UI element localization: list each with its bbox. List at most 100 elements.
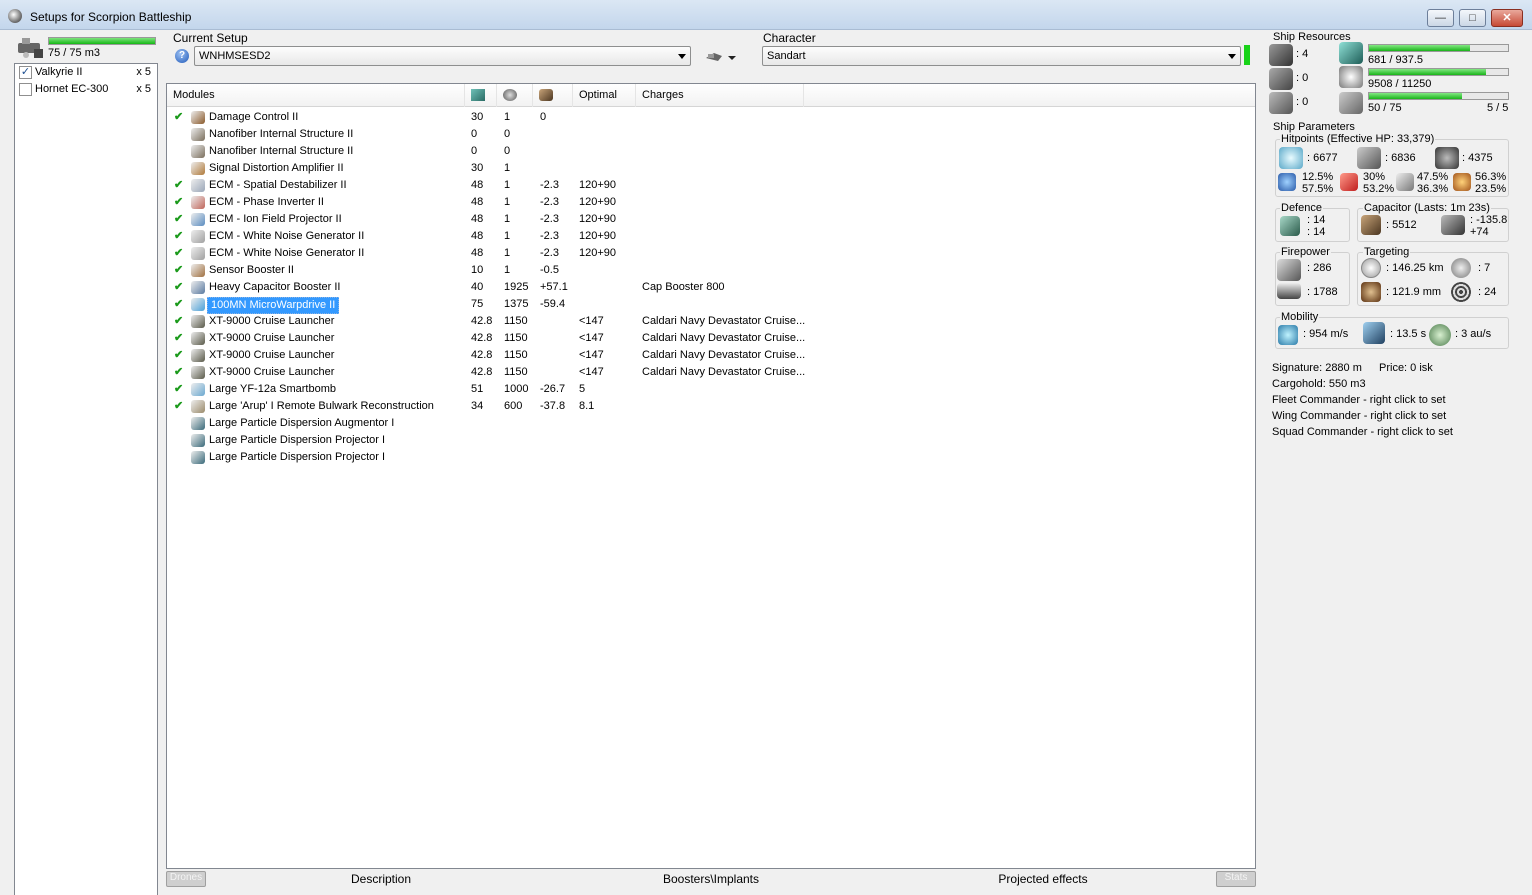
module-row[interactable]: ✔ Large 'Arup' I Remote Bulwark Reconstru… — [167, 398, 1255, 415]
module-row[interactable]: ✔ Large YF-12a Smartbomb 51 1000 -26.7 5 — [167, 381, 1255, 398]
module-row[interactable]: ✔ Sensor Booster II 10 1 -0.5 — [167, 262, 1255, 279]
module-row[interactable]: ✔ ECM - Spatial Destabilizer II 48 1 -2.3 120… — [167, 177, 1255, 194]
module-cpu: 75 — [471, 298, 484, 310]
drone-checkbox[interactable] — [19, 83, 32, 96]
tab-projected-effects[interactable]: Projected effects — [978, 871, 1108, 887]
squad-commander-slot[interactable]: Squad Commander - right click to set — [1272, 426, 1453, 438]
module-icon — [191, 383, 205, 396]
module-active-check-icon[interactable]: ✔ — [174, 177, 183, 194]
module-row[interactable]: ✔ Heavy Capacitor Booster II 40 1925 +57.1 Ca… — [167, 279, 1255, 296]
column-power[interactable] — [497, 84, 533, 107]
module-cpu: 34 — [471, 400, 484, 412]
module-active-check-icon[interactable]: ✔ — [174, 262, 183, 279]
module-active-check-icon[interactable]: ✔ — [174, 364, 183, 381]
column-optimal[interactable]: Optimal — [573, 84, 636, 107]
module-active-check-icon[interactable]: ✔ — [174, 398, 183, 415]
module-row[interactable]: Large Particle Dispersion Projector I — [167, 449, 1255, 466]
module-row[interactable]: ✔ Damage Control II 30 1 0 — [167, 109, 1255, 126]
module-name: Large YF-12a Smartbomb — [209, 383, 336, 395]
module-active-check-icon[interactable]: ✔ — [174, 381, 183, 398]
setup-select[interactable]: WNHMSESD2 — [194, 46, 691, 66]
fleet-commander-slot[interactable]: Fleet Commander - right click to set — [1272, 394, 1446, 406]
module-row[interactable]: Large Particle Dispersion Augmentor I — [167, 415, 1255, 432]
module-row[interactable]: Nanofiber Internal Structure II 0 0 — [167, 143, 1255, 160]
drone-checkbox[interactable]: ✓ — [19, 66, 32, 79]
module-active-check-icon[interactable]: ✔ — [174, 228, 183, 245]
tab-stats[interactable]: Stats — [1216, 871, 1256, 887]
module-active-check-icon[interactable]: ✔ — [174, 245, 183, 262]
drone-panel: 75 / 75 m3 ✓ Valkyrie II x 5 Hornet EC-3… — [10, 30, 160, 895]
column-cpu[interactable] — [465, 84, 497, 107]
help-icon[interactable]: ? — [175, 49, 189, 63]
module-active-check-icon[interactable]: ✔ — [174, 330, 183, 347]
column-modules[interactable]: Modules — [167, 84, 465, 107]
module-charges[interactable]: Caldari Navy Devastator Cruise... — [642, 330, 805, 347]
window-title: Setups for Scorpion Battleship — [30, 10, 192, 24]
module-name: XT-9000 Cruise Launcher — [209, 332, 335, 344]
module-active-check-icon[interactable]: ✔ — [174, 279, 183, 296]
column-charges[interactable]: Charges — [636, 84, 804, 107]
module-row[interactable]: ✔ XT-9000 Cruise Launcher 42.8 1150 <147 Cald… — [167, 364, 1255, 381]
module-row[interactable]: Large Particle Dispersion Projector I — [167, 432, 1255, 449]
character-select[interactable]: Sandart — [762, 46, 1241, 66]
module-cpu: 51 — [471, 383, 484, 395]
module-row[interactable]: ✔ ECM - White Noise Generator II 48 1 -2.3 12… — [167, 245, 1255, 262]
module-row[interactable]: ✔ 100MN MicroWarpdrive II 75 1375 -59.4 — [167, 296, 1255, 314]
thermal-resist-icon — [1340, 173, 1358, 191]
modules-header: Modules Optimal Charges — [167, 84, 1255, 107]
module-row[interactable]: ✔ ECM - White Noise Generator II 48 1 -2.3 12… — [167, 228, 1255, 245]
module-active-check-icon[interactable]: ✔ — [174, 211, 183, 228]
calibration-bar — [1368, 92, 1509, 100]
module-row[interactable]: Signal Distortion Amplifier II 30 1 — [167, 160, 1255, 177]
module-active-check-icon[interactable]: ✔ — [174, 296, 183, 313]
module-charges[interactable]: Caldari Navy Devastator Cruise... — [642, 364, 805, 381]
app-icon — [8, 9, 22, 23]
module-icon — [191, 349, 205, 362]
targeting-title: Targeting — [1363, 246, 1411, 258]
module-capacitor: -2.3 — [540, 179, 559, 191]
module-active-check-icon[interactable]: ✔ — [174, 313, 183, 330]
module-power: 1 — [504, 264, 511, 276]
module-power: 1 — [504, 247, 511, 259]
close-button[interactable]: ✕ — [1491, 9, 1523, 27]
maximize-button[interactable]: □ — [1459, 9, 1486, 27]
module-active-check-icon[interactable]: ✔ — [174, 347, 183, 364]
module-charges[interactable]: Caldari Navy Devastator Cruise... — [642, 313, 805, 330]
module-icon — [191, 281, 205, 294]
module-name: XT-9000 Cruise Launcher — [209, 366, 335, 378]
ship-resources-title: Ship Resources — [1272, 31, 1352, 43]
module-power: 1 — [504, 230, 511, 242]
module-cpu: 48 — [471, 196, 484, 208]
module-row[interactable]: ✔ ECM - Ion Field Projector II 48 1 -2.3 120+… — [167, 211, 1255, 228]
module-active-check-icon[interactable]: ✔ — [174, 194, 183, 211]
column-capacitor[interactable] — [533, 84, 573, 107]
module-cpu: 42.8 — [471, 315, 493, 327]
module-icon — [191, 264, 205, 277]
module-row[interactable]: ✔ XT-9000 Cruise Launcher 42.8 1150 <147 Cald… — [167, 313, 1255, 330]
module-charges[interactable]: Cap Booster 800 — [642, 279, 725, 296]
module-capacitor: -59.4 — [540, 298, 566, 310]
module-optimal: <147 — [579, 349, 604, 361]
module-row[interactable]: Nanofiber Internal Structure II 0 0 — [167, 126, 1255, 143]
tab-description[interactable]: Description — [316, 871, 446, 887]
drone-item-valkyrie[interactable]: ✓ Valkyrie II x 5 — [15, 64, 157, 81]
firepower-value-a: : 286 — [1307, 262, 1332, 274]
armor-icon — [1357, 147, 1381, 169]
module-optimal: 120+90 — [579, 230, 617, 242]
module-row[interactable]: ✔ ECM - Phase Inverter II 48 1 -2.3 120+90 — [167, 194, 1255, 211]
turret-slots-value: 5 / 5 — [1487, 102, 1509, 114]
tab-boosters-implants[interactable]: Boosters\Implants — [646, 871, 776, 887]
module-active-check-icon[interactable]: ✔ — [174, 109, 183, 126]
drone-item-hornet[interactable]: Hornet EC-300 x 5 — [15, 81, 157, 98]
wing-commander-slot[interactable]: Wing Commander - right click to set — [1272, 410, 1446, 422]
module-name: ECM - White Noise Generator II — [209, 230, 365, 242]
module-power: 1150 — [504, 332, 528, 344]
module-cpu: 42.8 — [471, 366, 493, 378]
ship-menu-icon[interactable] — [704, 48, 740, 66]
module-charges[interactable]: Caldari Navy Devastator Cruise... — [642, 347, 805, 364]
module-row[interactable]: ✔ XT-9000 Cruise Launcher 42.8 1150 <147 Cald… — [167, 330, 1255, 347]
tab-drones[interactable]: Drones — [166, 871, 206, 887]
minimize-button[interactable]: — — [1427, 9, 1454, 27]
module-row[interactable]: ✔ XT-9000 Cruise Launcher 42.8 1150 <147 Cald… — [167, 347, 1255, 364]
module-power: 1150 — [504, 366, 528, 378]
